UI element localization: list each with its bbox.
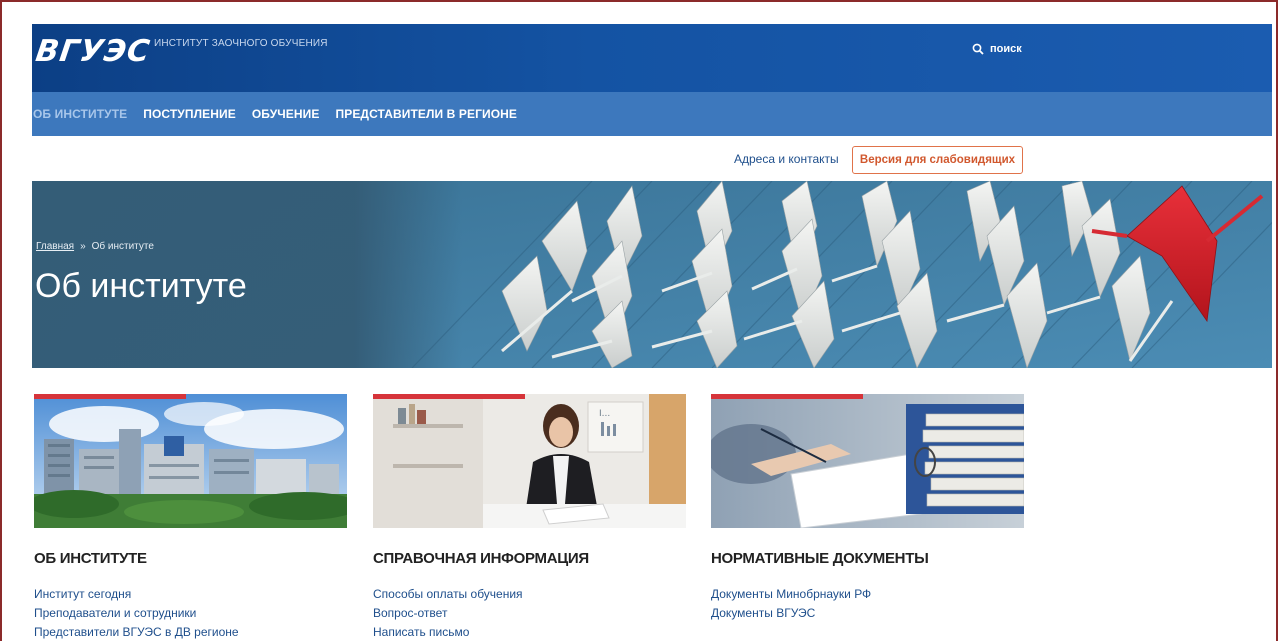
breadcrumb-home-link[interactable]: Главная	[36, 241, 74, 252]
contacts-link[interactable]: Адреса и контакты	[734, 152, 839, 166]
breadcrumb-current: Об институте	[91, 241, 154, 252]
search-icon	[972, 43, 984, 55]
card-reference-info: I... СПРАВОЧНАЯ ИНФОРМАЦИЯ Способы оплат…	[373, 394, 686, 641]
link-payment-methods[interactable]: Способы оплаты обучения	[373, 585, 686, 604]
site-subtitle: ИНСТИТУТ ЗАОЧНОГО ОБУЧЕНИЯ	[154, 38, 328, 49]
breadcrumb: Главная » Об институте	[36, 241, 154, 252]
card-heading: ОБ ИНСТИТУТЕ	[34, 550, 147, 567]
nav-item-admission[interactable]: ПОСТУПЛЕНИЕ	[143, 107, 236, 121]
link-ministry-documents[interactable]: Документы Минобрнауки РФ	[711, 585, 1024, 604]
main-nav: ОБ ИНСТИТУТЕ ПОСТУПЛЕНИЕ ОБУЧЕНИЕ ПРЕДСТ…	[32, 92, 1272, 136]
page-title: Об институте	[35, 267, 247, 305]
nav-item-regional-reps[interactable]: ПРЕДСТАВИТЕЛИ В РЕГИОНЕ	[335, 107, 517, 121]
card-link-list: Документы Минобрнауки РФ Документы ВГУЭС	[711, 585, 1024, 623]
link-faq[interactable]: Вопрос-ответ	[373, 604, 686, 623]
search-label: поиск	[990, 43, 1022, 55]
link-vvsu-documents[interactable]: Документы ВГУЭС	[711, 604, 1024, 623]
accent-strip	[711, 394, 863, 399]
student-image[interactable]: I...	[373, 394, 686, 528]
card-link-list: Способы оплаты обучения Вопрос-ответ Нап…	[373, 585, 686, 641]
search-button[interactable]: поиск	[972, 43, 1022, 55]
site-header: ВГУЭС ИНСТИТУТ ЗАОЧНОГО ОБУЧЕНИЯ поиск	[32, 24, 1272, 92]
link-regional-reps[interactable]: Представители ВГУЭС в ДВ регионе	[34, 623, 347, 641]
link-institute-today[interactable]: Институт сегодня	[34, 585, 347, 604]
nav-item-study[interactable]: ОБУЧЕНИЕ	[252, 107, 320, 121]
documents-image[interactable]	[711, 394, 1024, 528]
link-staff[interactable]: Преподаватели и сотрудники	[34, 604, 347, 623]
card-link-list: Институт сегодня Преподаватели и сотрудн…	[34, 585, 347, 641]
accent-strip	[34, 394, 186, 399]
site-logo[interactable]: ВГУЭС	[34, 34, 153, 69]
card-about: ОБ ИНСТИТУТЕ Институт сегодня Преподават…	[34, 394, 347, 641]
card-regulations: НОРМАТИВНЫЕ ДОКУМЕНТЫ Документы Минобрна…	[711, 394, 1024, 623]
svg-text:I...: I...	[599, 409, 610, 419]
link-write-letter[interactable]: Написать письмо	[373, 623, 686, 641]
card-heading: СПРАВОЧНАЯ ИНФОРМАЦИЯ	[373, 550, 589, 567]
card-heading: НОРМАТИВНЫЕ ДОКУМЕНТЫ	[711, 550, 929, 567]
hero-banner: Главная » Об институте Об институте	[32, 181, 1272, 368]
nav-item-about[interactable]: ОБ ИНСТИТУТЕ	[33, 107, 127, 121]
accent-strip	[373, 394, 525, 399]
low-vision-button[interactable]: Версия для слабовидящих	[852, 146, 1023, 174]
breadcrumb-separator: »	[80, 241, 86, 252]
campus-image[interactable]	[34, 394, 347, 528]
